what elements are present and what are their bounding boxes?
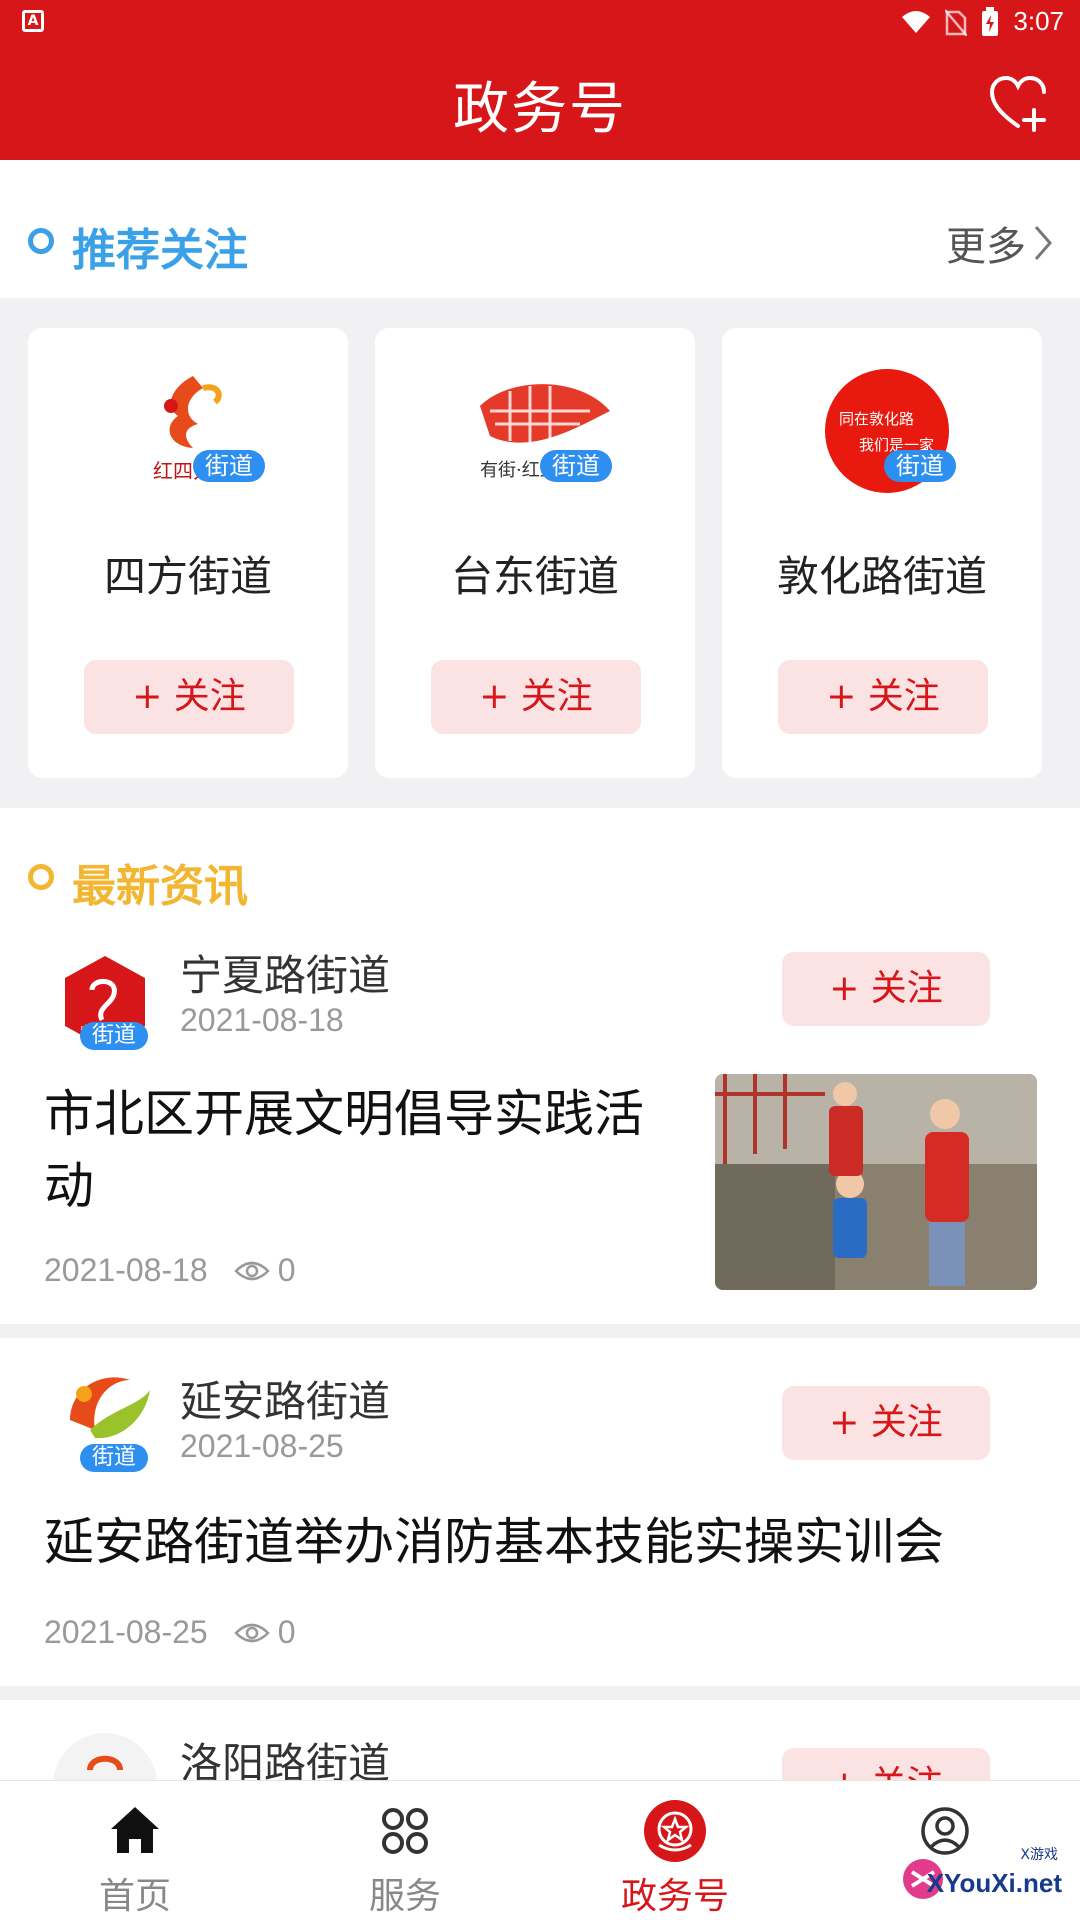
- recommend-card[interactable]: 有街·红王 街道 台东街道 + 关注: [375, 328, 695, 778]
- view-count-value: 0: [277, 1252, 296, 1288]
- tab-label: 服务: [368, 1876, 441, 1917]
- section-divider: [0, 1686, 1080, 1700]
- eye-icon: [233, 1261, 270, 1280]
- svg-text:同在敦化路: 同在敦化路: [839, 410, 914, 428]
- emblem-icon: [644, 1800, 706, 1862]
- grid-icon: [382, 1808, 428, 1854]
- card-name: 四方街道: [103, 552, 272, 601]
- card-badge: 街道: [540, 450, 612, 482]
- tab-label: 政务号: [620, 1876, 729, 1917]
- source-date: 2021-08-18: [180, 1002, 344, 1038]
- follow-button[interactable]: + 关注: [84, 660, 294, 734]
- add-favorite-icon[interactable]: [990, 76, 1050, 132]
- follow-button[interactable]: + 关注: [778, 660, 988, 734]
- news-meta: 2021-08-25 0: [44, 1614, 295, 1651]
- wifi-icon: [902, 10, 931, 33]
- news-thumbnail[interactable]: [715, 1074, 1037, 1290]
- card-name: 敦化路街道: [776, 552, 987, 601]
- recommend-card[interactable]: 同在敦化路 我们是一家 街道 敦化路街道 + 关注: [722, 328, 1042, 778]
- section-divider: [0, 1324, 1080, 1338]
- source-badge: 街道: [80, 1444, 149, 1472]
- news-item[interactable]: 洛阳路街道 + 关注: [0, 1700, 1080, 1780]
- news-headline[interactable]: 市北区开展文明倡导实践活 动: [44, 1078, 644, 1222]
- source-badge: 街道: [80, 1022, 149, 1050]
- source-name[interactable]: 延安路街道: [180, 1368, 390, 1429]
- eye-icon: [233, 1623, 270, 1642]
- home-icon: [111, 1807, 159, 1853]
- card-badge: 街道: [884, 450, 956, 482]
- card-badge: 街道: [193, 450, 265, 482]
- news-date: 2021-08-18: [44, 1252, 208, 1288]
- source-name[interactable]: 宁夏路街道: [180, 942, 390, 1003]
- news-item[interactable]: 宁夏路 街道 宁夏路街道 2021-08-18 + 关注 市北区开展文明倡导实践…: [0, 918, 1080, 1324]
- source-date: 2021-08-25: [180, 1428, 344, 1464]
- card-name: 台东街道: [450, 552, 619, 601]
- status-bar: A 3:07: [0, 0, 1080, 44]
- watermark-text: XYouXi.net: [926, 1868, 1062, 1898]
- recommend-cards: 红四方 街道 四方街道 + 关注 有街·红王 街道 台东街道 + 关注 同在敦化…: [0, 298, 1080, 808]
- watermark-sub: X游戏: [1020, 1847, 1058, 1863]
- source-name[interactable]: 洛阳路街道: [180, 1730, 390, 1780]
- follow-button[interactable]: + 关注: [782, 1748, 990, 1780]
- section-dot-icon: [28, 864, 54, 890]
- app-notification-icon: A: [22, 10, 44, 32]
- news-headline[interactable]: 延安路街道举办消防基本技能实操实训会: [44, 1506, 944, 1578]
- follow-button[interactable]: + 关注: [431, 660, 641, 734]
- section-dot-icon: [28, 228, 54, 254]
- recommend-title: 推荐关注: [72, 225, 248, 276]
- page-title: 政务号: [453, 77, 627, 142]
- source-avatar: [53, 1733, 157, 1780]
- latest-title: 最新资讯: [72, 861, 248, 912]
- follow-button[interactable]: + 关注: [782, 952, 990, 1026]
- view-count: 0: [233, 1252, 296, 1289]
- recommend-header: 推荐关注 更多: [0, 160, 1080, 300]
- more-label: 更多: [946, 224, 1026, 270]
- news-date: 2021-08-25: [44, 1614, 208, 1650]
- view-count: 0: [233, 1614, 296, 1651]
- battery-icon: [982, 6, 999, 36]
- tab-label: 首页: [98, 1876, 171, 1917]
- news-meta: 2021-08-18 0: [44, 1252, 295, 1289]
- chevron-right-icon: [1034, 226, 1052, 260]
- app-header: A 3:07 政务号: [0, 0, 1080, 160]
- no-sim-icon: [945, 8, 968, 36]
- tab-home[interactable]: 首页: [0, 1781, 270, 1920]
- tab-service[interactable]: 服务: [270, 1781, 540, 1920]
- more-link[interactable]: 更多: [946, 214, 1054, 272]
- status-time: 3:07: [1013, 6, 1064, 36]
- headline-line: 市北区开展文明倡导实践活: [44, 1085, 644, 1143]
- follow-button[interactable]: + 关注: [782, 1386, 990, 1460]
- tab-gov[interactable]: 政务号: [540, 1781, 810, 1920]
- news-item[interactable]: 街道 延安路街道 2021-08-25 + 关注 延安路街道举办消防基本技能实操…: [0, 1338, 1080, 1686]
- watermark: X游戏 XYouXi.net: [900, 1838, 1070, 1908]
- view-count-value: 0: [277, 1614, 296, 1650]
- recommend-card[interactable]: 红四方 街道 四方街道 + 关注: [28, 328, 348, 778]
- headline-line: 动: [44, 1157, 94, 1215]
- latest-header: 最新资讯: [0, 808, 1080, 918]
